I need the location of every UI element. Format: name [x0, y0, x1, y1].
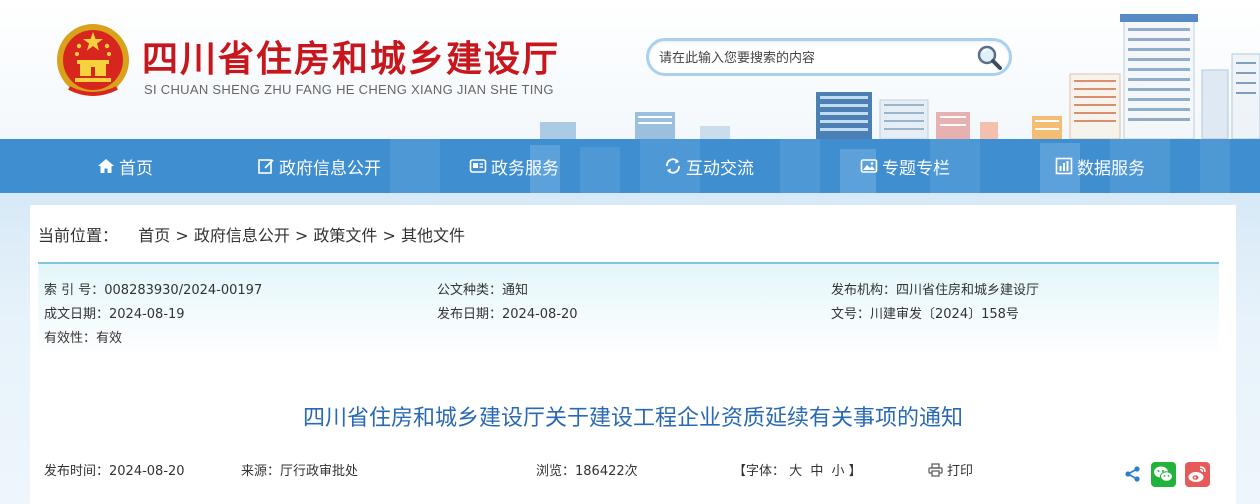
nav-item-gov-info[interactable]: 政府信息公开 [257, 139, 381, 193]
nav-item-data[interactable]: 数据服务 [1055, 139, 1145, 193]
city-skyline-image [540, 14, 1260, 139]
font-size-medium[interactable]: 中 [810, 464, 823, 479]
home-icon [98, 159, 114, 173]
nav-label-gov-info: 政府信息公开 [279, 158, 381, 179]
site-pinyin: SI CHUAN SHENG ZHU FANG HE CHENG XIANG J… [144, 82, 554, 97]
nav-item-home[interactable]: 首页 [97, 139, 153, 193]
service-icon [469, 159, 487, 173]
site-header: 四川省住房和城乡建设厅 SI CHUAN SHENG ZHU FANG HE C… [0, 0, 1260, 139]
print-label: 打印 [947, 464, 974, 479]
breadcrumb-sep: > [294, 226, 309, 245]
breadcrumb-home[interactable]: 首页 [138, 226, 170, 245]
meta-category: 公文种类：通知 [437, 283, 529, 298]
font-size-prefix: 【字体： [733, 464, 786, 479]
national-emblem-icon [57, 24, 129, 96]
nav-label-services: 政务服务 [491, 158, 559, 179]
wechat-icon[interactable] [1151, 462, 1176, 487]
meta-validity: 有效性：有效 [44, 331, 123, 346]
edit-icon [258, 159, 274, 174]
nav-label-data: 数据服务 [1077, 158, 1145, 179]
breadcrumb-sep: > [382, 226, 396, 245]
nav-label-special: 专题专栏 [882, 158, 950, 179]
breadcrumb-other[interactable]: 其他文件 [401, 226, 465, 245]
view-count: 浏览：186422次 [536, 464, 638, 479]
meta-index-no: 索 引 号：008283930/2024-00197 [44, 283, 263, 298]
publish-time: 发布时间：2024-08-20 [44, 464, 185, 479]
meta-publisher: 发布机构：四川省住房和城乡建设厅 [831, 283, 1040, 298]
printer-icon [928, 462, 943, 477]
image-icon [860, 159, 878, 173]
nav-item-services[interactable]: 政务服务 [469, 139, 559, 193]
breadcrumb-policy[interactable]: 政策文件 [313, 226, 377, 245]
main-nav: 首页 政府信息公开 政务服务 互动交流 专题专栏 数据服务 [0, 139, 1260, 193]
breadcrumb: 当前位置： 首页 > 政府信息公开 > 政策文件 > 其他文件 [38, 222, 465, 246]
source: 来源：厅行政审批处 [241, 464, 359, 479]
nav-item-interaction[interactable]: 互动交流 [664, 139, 754, 193]
nav-item-special[interactable]: 专题专栏 [860, 139, 950, 193]
breadcrumb-gov-info[interactable]: 政府信息公开 [194, 226, 290, 245]
weibo-icon[interactable] [1185, 462, 1210, 487]
meta-created-date: 成文日期：2024-08-19 [44, 307, 185, 322]
meta-doc-no: 文号：川建审发〔2024〕158号 [831, 307, 1019, 322]
document-meta-box [38, 262, 1219, 357]
nav-label-home: 首页 [119, 158, 153, 179]
nav-label-interaction: 互动交流 [686, 158, 754, 179]
exchange-icon [666, 158, 680, 174]
font-size-small[interactable]: 小 [831, 464, 844, 479]
meta-published-date: 发布日期：2024-08-20 [437, 307, 578, 322]
document-title: 四川省住房和城乡建设厅关于建设工程企业资质延续有关事项的通知 [302, 406, 963, 431]
site-title: 四川省住房和城乡建设厅 [142, 38, 561, 80]
font-size-large[interactable]: 大 [789, 464, 802, 479]
font-size-suffix: 】 [848, 464, 862, 479]
breadcrumb-sep: > [175, 226, 189, 245]
chart-icon [1055, 157, 1073, 175]
share-icon[interactable] [1124, 465, 1142, 483]
breadcrumb-prefix: 当前位置： [38, 226, 119, 245]
print-button[interactable]: 打印 [928, 460, 973, 479]
font-size-controls: 【字体： 大 中 小 】 [733, 460, 862, 479]
